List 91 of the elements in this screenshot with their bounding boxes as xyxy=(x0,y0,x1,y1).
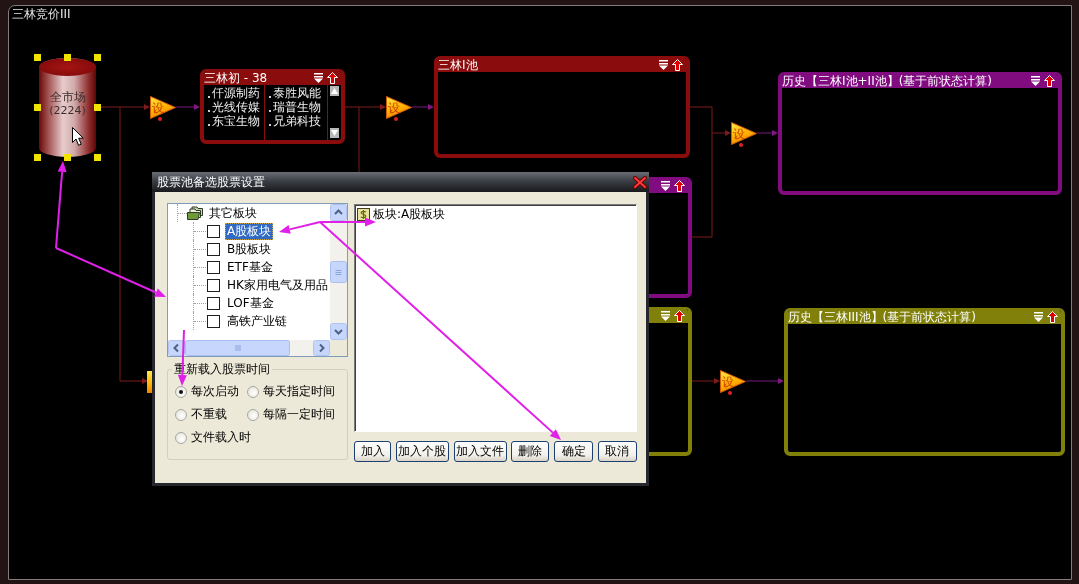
tree-item-label[interactable]: ETF基金 xyxy=(225,258,275,276)
scroll-up-icon[interactable] xyxy=(330,204,347,221)
cancel-button[interactable]: 取消 xyxy=(598,441,637,462)
up-arrow-icon[interactable] xyxy=(1047,311,1058,323)
radio-button[interactable] xyxy=(175,431,187,444)
up-arrow-icon[interactable] xyxy=(674,180,685,192)
stock-name[interactable]: 泰胜风能 xyxy=(273,86,321,100)
radio-button[interactable] xyxy=(247,385,259,398)
scroll-left-icon[interactable] xyxy=(168,340,185,356)
source-count: (2224) xyxy=(48,104,87,117)
checkbox[interactable] xyxy=(207,224,220,238)
checkbox[interactable] xyxy=(207,278,220,292)
pool-title: 历史【三林III池】(基于前状态计算) xyxy=(788,310,976,324)
selection-handle-icon[interactable] xyxy=(64,154,71,161)
selection-handle-icon[interactable] xyxy=(34,54,41,61)
scrollbar-thumb[interactable] xyxy=(330,261,347,283)
folder-icon xyxy=(187,206,203,220)
dropdown-icon[interactable] xyxy=(1031,76,1040,86)
stock-name[interactable]: 仟源制药 xyxy=(212,86,260,100)
horizontal-scrollbar[interactable] xyxy=(168,340,330,356)
pool-title: 历史【三林I池+II池】(基于前状态计算) xyxy=(782,74,993,88)
selection-handle-icon[interactable] xyxy=(94,154,101,161)
dropdown-icon[interactable] xyxy=(661,311,670,321)
dialog-title: 股票池备选股票设置 xyxy=(157,174,265,190)
pool-title: 三林I池 xyxy=(438,58,478,72)
radio-label[interactable]: 每次启动 xyxy=(191,384,239,399)
checkbox[interactable] xyxy=(207,314,220,328)
pool-panel[interactable]: 三林初 - 38 仟源制药 光线传媒 东宝生物 泰胜风能 瑞普生物 兄弟科技 xyxy=(200,69,345,144)
add-file-button[interactable]: 加入文件 xyxy=(453,441,507,462)
up-arrow-icon[interactable] xyxy=(674,310,685,322)
scroll-right-icon[interactable] xyxy=(313,340,330,356)
up-arrow-icon[interactable] xyxy=(1044,75,1055,87)
up-arrow-icon[interactable] xyxy=(327,72,338,84)
window-title: 三林竞价III xyxy=(12,7,71,21)
delete-button[interactable]: 删除 xyxy=(511,441,550,462)
connector-line xyxy=(175,104,200,110)
add-button[interactable]: 加入 xyxy=(354,441,391,462)
tree-item-label[interactable]: HK家用电气及用品 xyxy=(225,276,330,294)
add-stock-button[interactable]: 加入个股 xyxy=(395,441,449,462)
close-icon[interactable] xyxy=(633,175,647,189)
tree-item-label[interactable]: 其它板块 xyxy=(207,204,259,222)
pool-panel[interactable]: 历史【三林I池+II池】(基于前状态计算) xyxy=(778,72,1062,195)
cursor-icon xyxy=(72,127,84,146)
connector-line xyxy=(691,378,720,384)
stock-name[interactable]: 东宝生物 xyxy=(212,114,260,128)
stock-name[interactable]: 瑞普生物 xyxy=(273,100,321,114)
connector-line xyxy=(411,104,434,110)
scrollbar-corner xyxy=(330,340,347,356)
connector-line xyxy=(756,130,778,136)
scroll-down-icon[interactable] xyxy=(330,323,347,340)
radio-label[interactable]: 每隔一定时间 xyxy=(263,407,335,422)
selection-handle-icon[interactable] xyxy=(94,104,101,111)
radio-button[interactable] xyxy=(175,385,187,398)
dropdown-icon[interactable] xyxy=(1034,312,1043,322)
connector-line xyxy=(745,378,784,384)
radio-label[interactable]: 不重载 xyxy=(191,407,227,422)
tree-item-label[interactable]: LOF基金 xyxy=(225,294,276,312)
radio-label[interactable]: 文件载入时 xyxy=(191,430,251,445)
scrollbar-thumb[interactable] xyxy=(185,340,290,356)
radio-button[interactable] xyxy=(247,408,259,421)
checkbox[interactable] xyxy=(207,260,220,274)
status-dot-icon xyxy=(728,391,732,395)
radio-label[interactable]: 每天指定时间 xyxy=(263,384,335,399)
checkbox[interactable] xyxy=(207,242,220,256)
tree-item-label[interactable]: B股板块 xyxy=(225,240,274,258)
status-dot-icon xyxy=(739,143,743,147)
up-arrow-icon[interactable] xyxy=(672,59,683,71)
stock-name[interactable]: 兄弟科技 xyxy=(273,114,321,128)
selection-handle-icon[interactable] xyxy=(64,54,71,61)
dropdown-icon[interactable] xyxy=(661,181,670,191)
vertical-scrollbar[interactable] xyxy=(330,204,347,340)
pool-panel[interactable]: 三林I池 xyxy=(434,56,690,158)
radio-button[interactable] xyxy=(175,408,187,421)
selection-handle-icon[interactable] xyxy=(34,104,41,111)
list-item[interactable]: 板块:A股板块 xyxy=(373,207,446,221)
dollar-icon xyxy=(357,207,370,221)
stock-name[interactable]: 光线传媒 xyxy=(212,100,260,114)
dropdown-icon[interactable] xyxy=(659,60,668,70)
pool-title: 三林初 - 38 xyxy=(204,71,268,85)
status-dot-icon xyxy=(158,117,162,121)
tree-item-label[interactable]: A股板块 xyxy=(225,222,274,240)
database-node[interactable]: 全市场 (2224) xyxy=(39,58,96,157)
status-dot-icon xyxy=(394,117,398,121)
ok-button[interactable]: 确定 xyxy=(554,441,594,462)
source-label: 全市场 xyxy=(48,90,87,104)
selection-handle-icon[interactable] xyxy=(34,154,41,161)
tree-item-label[interactable]: 高铁产业链 xyxy=(225,312,289,330)
dropdown-icon[interactable] xyxy=(314,73,323,83)
selection-handle-icon[interactable] xyxy=(94,54,101,61)
pool-panel[interactable]: 历史【三林III池】(基于前状态计算) xyxy=(784,308,1065,456)
checkbox[interactable] xyxy=(207,296,220,310)
